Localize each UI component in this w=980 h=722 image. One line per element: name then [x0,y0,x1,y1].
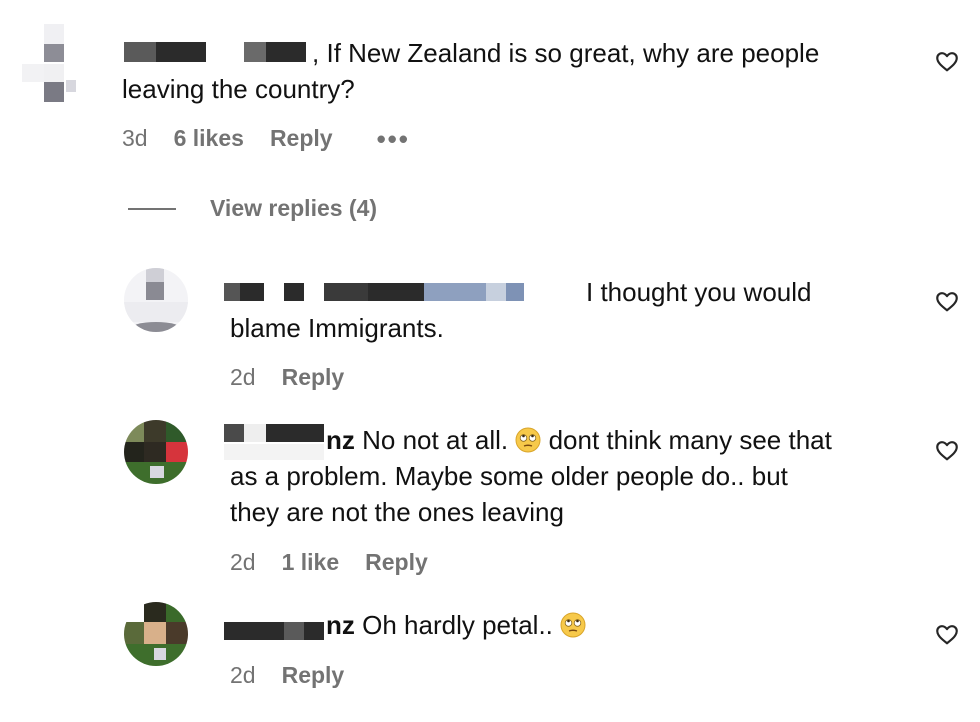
comment-text-cont2: they are not the ones leaving [230,497,564,527]
avatar[interactable] [22,24,86,104]
likes-count[interactable]: 1 like [282,549,340,576]
timestamp[interactable]: 2d [230,662,256,689]
comment-meta: 2d 1 like Reply [230,549,428,576]
timestamp[interactable]: 2d [230,364,256,391]
timestamp[interactable]: 3d [122,125,148,152]
view-replies-button[interactable]: View replies (4) [128,195,377,222]
heart-icon[interactable] [934,437,960,463]
username-suffix[interactable]: nz [326,425,355,455]
comment-text-cont: as a problem. Maybe some older people do… [230,461,788,491]
avatar[interactable] [124,602,188,666]
reply-button[interactable]: Reply [365,549,428,576]
reply-button[interactable]: Reply [282,364,345,391]
avatar[interactable] [124,420,188,484]
likes-count[interactable]: 6 likes [174,125,244,152]
reply-button[interactable]: Reply [270,125,333,152]
rolling-eyes-emoji-icon [515,427,541,453]
heart-icon[interactable] [934,288,960,314]
comment-body: Oh hardly petal.. [362,610,553,640]
comment-text-cont: blame Immigrants. [230,313,444,343]
comment-meta: 2d Reply [230,364,344,391]
comment-body: I thought you would [586,277,812,307]
heart-icon[interactable] [934,621,960,647]
rolling-eyes-emoji-icon [560,612,586,638]
comment-body: No not at all. [362,425,509,455]
comment-text-cont: leaving the country? [122,74,355,104]
reply-button[interactable]: Reply [282,662,345,689]
comment-meta: 2d Reply [230,662,344,689]
comment-body-after-emoji: dont think many see that [548,425,832,455]
heart-icon[interactable] [934,48,960,74]
avatar[interactable] [124,268,188,332]
more-options-icon[interactable]: ••• [377,126,410,152]
username-suffix[interactable]: nz [326,610,355,640]
comment-meta: 3d 6 likes Reply ••• [122,125,410,152]
comment-text: , If New Zealand is so great, why are pe… [312,35,819,71]
comment-text: nz No not at all. dont think many see th… [326,422,832,458]
comment-body: If New Zealand is so great, why are peop… [326,38,820,68]
divider-line [128,207,176,210]
separator: , [312,38,320,68]
timestamp[interactable]: 2d [230,549,256,576]
comment-text: nz Oh hardly petal.. [326,607,586,643]
view-replies-label: View replies (4) [210,195,378,221]
